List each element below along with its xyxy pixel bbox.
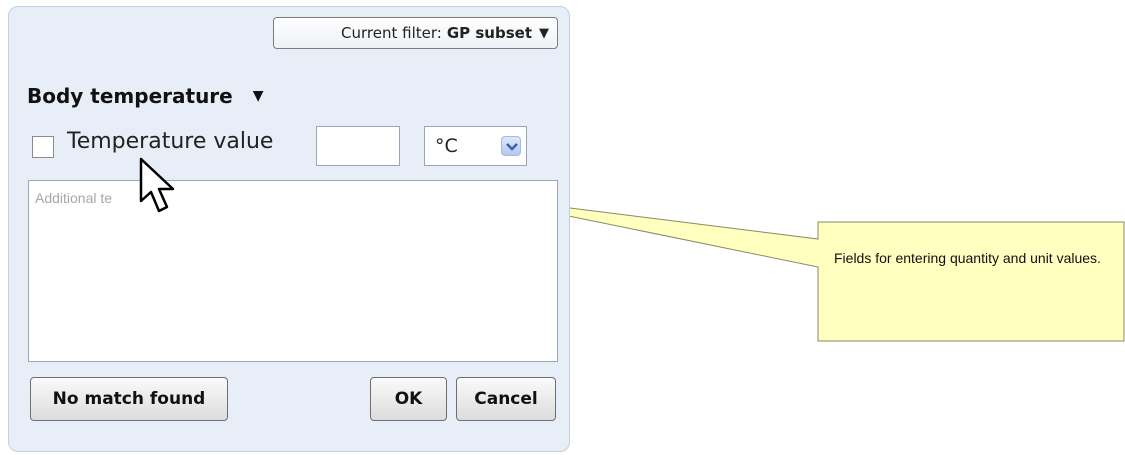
stage: Fields for entering quantity and unit va… [0, 0, 1125, 455]
section-heading[interactable]: Body temperature ▼ [27, 84, 264, 108]
unit-select[interactable]: °C [424, 126, 527, 166]
triangle-down-icon: ▼ [539, 25, 549, 41]
filter-prefix: Current filter: [341, 24, 442, 42]
ok-button[interactable]: OK [370, 377, 447, 421]
callout-text: Fields for entering quantity and unit va… [834, 250, 1101, 266]
filter-dropdown-button[interactable]: Current filter: GP subset ▼ [273, 17, 558, 49]
unit-selected-value: °C [435, 135, 458, 157]
no-match-found-button[interactable]: No match found [30, 377, 228, 421]
temperature-label: Temperature value [67, 129, 274, 154]
filter-value: GP subset [446, 24, 532, 42]
temperature-checkbox[interactable] [32, 136, 54, 158]
triangle-down-icon[interactable]: ▼ [253, 88, 264, 104]
temperature-value-input[interactable] [316, 126, 400, 166]
cancel-button[interactable]: Cancel [456, 377, 556, 421]
section-title: Body temperature [27, 84, 233, 108]
additional-text-placeholder: Additional te [35, 190, 113, 206]
mouse-pointer-icon [139, 157, 175, 213]
chevron-down-icon[interactable] [501, 136, 521, 156]
additional-text-area[interactable]: Additional te [28, 180, 558, 362]
